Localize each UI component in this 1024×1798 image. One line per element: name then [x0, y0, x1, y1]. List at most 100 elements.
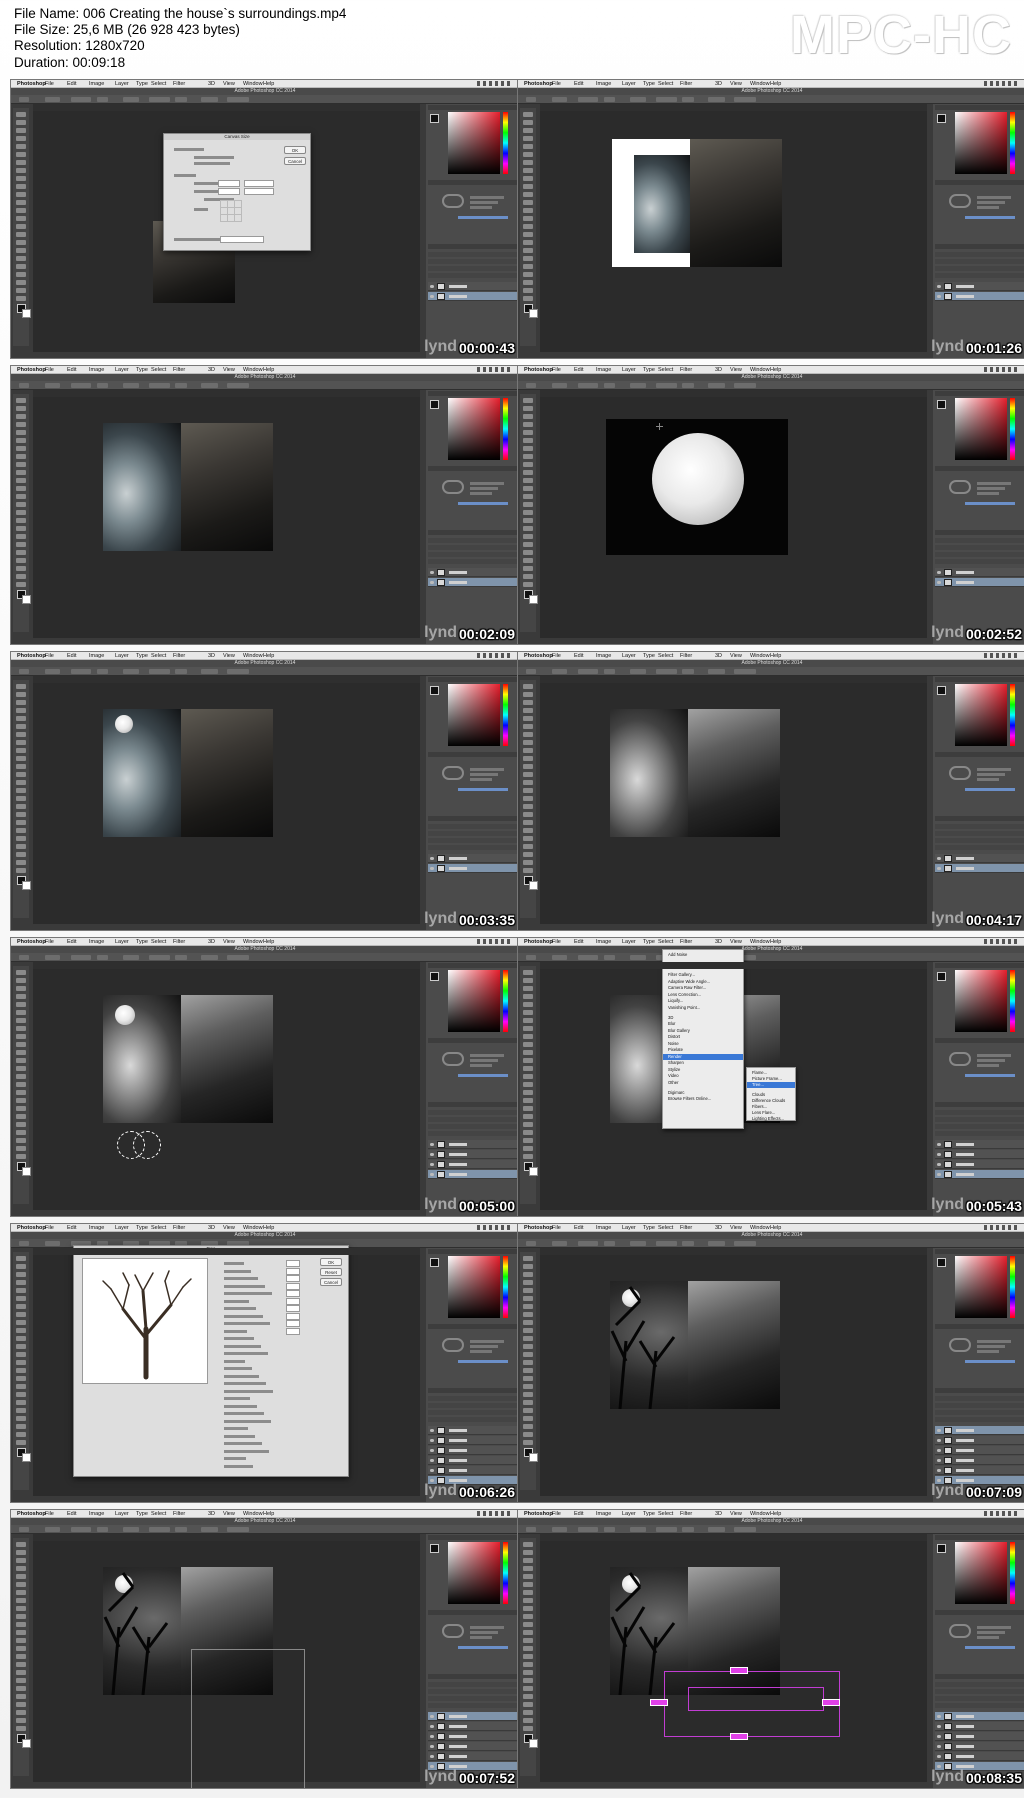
option-control[interactable] [227, 955, 249, 960]
tool-icon[interactable] [16, 1400, 26, 1405]
layer-row[interactable] [935, 1140, 1024, 1149]
tool-icon[interactable] [16, 1590, 26, 1595]
tool-icon[interactable] [16, 1042, 26, 1047]
tool-icon[interactable] [523, 280, 533, 285]
tool-icon[interactable] [16, 1018, 26, 1023]
layer-row[interactable] [935, 1742, 1024, 1751]
layer-row[interactable] [935, 1446, 1024, 1455]
tool-icon[interactable] [16, 1272, 26, 1277]
menu-item[interactable]: Image [596, 1510, 611, 1518]
menu-item[interactable]: Image [89, 80, 104, 88]
tree-option-field[interactable] [286, 1282, 300, 1290]
menu-item[interactable]: Photoshop [524, 366, 553, 374]
menu-item[interactable]: Select [658, 1224, 673, 1232]
hue-slider[interactable] [1010, 398, 1015, 460]
canvas-area[interactable] [33, 397, 423, 638]
video-thumbnail[interactable]: Photoshop File Edit Image Layer Type Select Fil… [10, 937, 520, 1217]
color-picker-field[interactable] [448, 1542, 500, 1604]
menu-item[interactable]: Photoshop [524, 938, 553, 946]
tool-icon[interactable] [16, 1296, 26, 1301]
tool-icon[interactable] [16, 986, 26, 991]
tree-option-field[interactable] [286, 1275, 300, 1282]
tool-icon[interactable] [523, 574, 533, 579]
option-control[interactable] [578, 383, 598, 388]
tool-icon[interactable] [16, 1360, 26, 1365]
tool-icon[interactable] [16, 1034, 26, 1039]
menu-item[interactable]: View [223, 938, 235, 946]
menu-item[interactable]: Photoshop [524, 1510, 553, 1518]
menu-item[interactable]: Image [596, 1224, 611, 1232]
color-picker-field[interactable] [448, 112, 500, 174]
menu-item[interactable]: Window [243, 80, 263, 88]
menu-item[interactable]: Type [643, 80, 655, 88]
layer-row[interactable] [428, 1752, 517, 1761]
layer-row[interactable] [935, 864, 1024, 873]
color-panel-tabs[interactable] [935, 1249, 1024, 1254]
menu-item[interactable]: View [730, 1224, 742, 1232]
menu-item[interactable]: Type [643, 938, 655, 946]
document-tabs[interactable] [33, 104, 423, 111]
visibility-eye-icon[interactable] [937, 1429, 941, 1432]
tool-icon[interactable] [16, 1050, 26, 1055]
tool-icon[interactable] [523, 868, 533, 873]
tool-icon[interactable] [16, 112, 26, 117]
color-swatch-fg[interactable] [937, 1258, 946, 1267]
tool-icon[interactable] [523, 1066, 533, 1071]
option-control[interactable] [526, 97, 536, 102]
tool-icon[interactable] [16, 1566, 26, 1571]
tool-icon[interactable] [523, 1558, 533, 1563]
dialog-field[interactable] [218, 180, 240, 187]
tool-icon[interactable] [523, 764, 533, 769]
tool-icon[interactable] [523, 804, 533, 809]
option-control[interactable] [201, 669, 218, 674]
option-control[interactable] [175, 1527, 187, 1532]
layers-panel-tabs[interactable] [935, 530, 1024, 535]
color-swatch-fg[interactable] [430, 400, 439, 409]
tool-icon[interactable] [523, 1328, 533, 1333]
tool-icon[interactable] [523, 1702, 533, 1707]
tool-icon[interactable] [16, 1090, 26, 1095]
option-control[interactable] [227, 1527, 249, 1532]
option-control[interactable] [552, 97, 567, 102]
tool-icon[interactable] [16, 1614, 26, 1619]
option-control[interactable] [578, 1527, 598, 1532]
option-control[interactable] [201, 383, 218, 388]
document-tabs[interactable] [540, 1248, 930, 1255]
menu-item[interactable]: File [552, 1224, 561, 1232]
filter-menu-item[interactable]: Blur Gallery [668, 1028, 690, 1033]
menu-item[interactable]: Type [136, 80, 148, 88]
layer-row[interactable] [935, 1466, 1024, 1475]
tool-icon[interactable] [16, 1726, 26, 1731]
color-swatch-fg[interactable] [430, 1258, 439, 1267]
option-control[interactable] [578, 955, 598, 960]
tool-icon[interactable] [16, 446, 26, 451]
layers-panel-tabs[interactable] [428, 244, 517, 249]
color-panel-tabs[interactable] [428, 1249, 517, 1254]
tool-icon[interactable] [523, 1344, 533, 1349]
libraries-panel-tabs[interactable] [935, 1610, 1024, 1615]
render-submenu-item[interactable]: Flame... [752, 1070, 767, 1075]
layers-panel-tabs[interactable] [935, 1674, 1024, 1679]
tool-icon[interactable] [523, 1320, 533, 1325]
option-control[interactable] [71, 955, 91, 960]
menu-item[interactable]: Photoshop [524, 652, 553, 660]
option-control[interactable] [123, 383, 139, 388]
tool-icon[interactable] [523, 1432, 533, 1437]
tool-icon[interactable] [16, 1304, 26, 1309]
tool-icon[interactable] [523, 494, 533, 499]
tool-icon[interactable] [523, 112, 533, 117]
tool-icon[interactable] [523, 1416, 533, 1421]
canvas-area[interactable]: TreeOKResetCancel [33, 1245, 423, 1496]
tool-icon[interactable] [16, 700, 26, 705]
visibility-eye-icon[interactable] [937, 285, 941, 288]
option-control[interactable] [604, 955, 615, 960]
tool-icon[interactable] [523, 256, 533, 261]
tool-icon[interactable] [16, 1384, 26, 1389]
menu-item[interactable]: Type [136, 366, 148, 374]
tool-icon[interactable] [16, 868, 26, 873]
tree-option-field[interactable] [286, 1297, 300, 1305]
libraries-panel-tabs[interactable] [935, 752, 1024, 757]
tool-icon[interactable] [16, 1368, 26, 1373]
option-control[interactable] [578, 97, 598, 102]
tree-option-field[interactable] [286, 1305, 300, 1312]
